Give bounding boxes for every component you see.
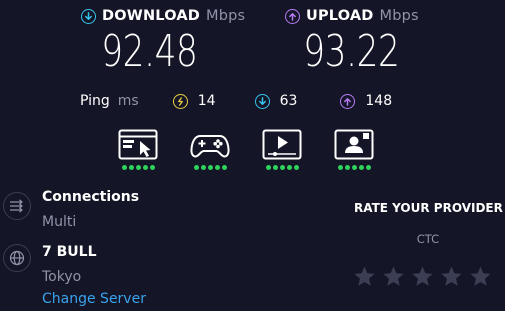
download-speed-wrap: 92.48 xyxy=(88,30,208,74)
rating-stars xyxy=(353,265,492,288)
upload-latency-icon xyxy=(340,93,356,109)
upload-header: UPLOAD Mbps xyxy=(285,8,419,24)
connections-icon xyxy=(3,192,31,220)
connections-value: Multi xyxy=(42,214,77,230)
activity-web-browsing[interactable] xyxy=(117,129,159,170)
download-latency-icon xyxy=(254,93,270,109)
activity-gaming[interactable] xyxy=(189,129,231,170)
upload-arrow-icon xyxy=(285,8,300,24)
activity-video-chat[interactable] xyxy=(333,129,375,170)
ping-idle-icon xyxy=(172,93,188,109)
star-icon[interactable] xyxy=(353,265,376,288)
globe-icon xyxy=(3,244,31,272)
download-speed-value: 92.48 xyxy=(101,26,198,77)
download-unit: Mbps xyxy=(206,8,246,24)
upload-speed-value: 93.22 xyxy=(303,26,400,77)
provider-name: CTC xyxy=(416,232,440,246)
activity-video-streaming[interactable] xyxy=(261,129,303,170)
star-icon[interactable] xyxy=(382,265,405,288)
star-icon[interactable] xyxy=(469,265,492,288)
video-streaming-rating xyxy=(265,165,299,170)
star-icon[interactable] xyxy=(411,265,434,288)
download-arrow-icon xyxy=(81,8,96,24)
web-browsing-rating xyxy=(121,165,155,170)
upload-label: UPLOAD xyxy=(306,8,374,24)
video-streaming-icon xyxy=(262,129,302,160)
change-server-link[interactable]: Change Server xyxy=(42,291,146,307)
video-chat-icon xyxy=(334,129,374,160)
server-name: 7 BULL xyxy=(42,244,97,260)
web-browsing-icon xyxy=(118,129,158,160)
ping-idle-value: 14 xyxy=(197,93,216,109)
connections-title: Connections xyxy=(42,189,140,205)
download-header: DOWNLOAD Mbps xyxy=(81,8,245,24)
upload-latency-value: 148 xyxy=(365,93,393,109)
ping-row: Ping ms 14 63 148 xyxy=(80,93,392,109)
ping-unit: ms xyxy=(117,93,139,109)
video-chat-rating xyxy=(337,165,371,170)
ping-label: Ping xyxy=(80,93,110,109)
upload-speed-wrap: 93.22 xyxy=(290,30,410,74)
server-location: Tokyo xyxy=(42,269,82,285)
star-icon[interactable] xyxy=(440,265,463,288)
rate-provider-title: RATE YOUR PROVIDER xyxy=(354,201,503,215)
gaming-icon xyxy=(190,135,230,158)
gaming-rating xyxy=(193,165,227,170)
download-latency-value: 63 xyxy=(279,93,298,109)
download-label: DOWNLOAD xyxy=(102,8,201,24)
upload-unit: Mbps xyxy=(379,8,419,24)
